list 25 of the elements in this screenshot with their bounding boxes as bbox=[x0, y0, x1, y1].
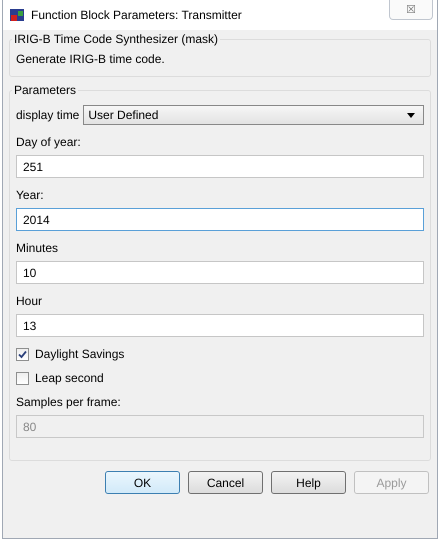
input-field[interactable]: 2014 bbox=[16, 208, 424, 231]
field-label: Hour bbox=[16, 294, 44, 308]
dropdown[interactable]: User Defined bbox=[83, 105, 424, 125]
field-label: display time bbox=[16, 108, 80, 122]
input-field[interactable]: 13 bbox=[16, 314, 424, 337]
field-label: Minutes bbox=[16, 241, 60, 255]
checkbox-label: Daylight Savings bbox=[35, 347, 124, 361]
checkbox[interactable] bbox=[16, 348, 29, 360]
field-label: Year: bbox=[16, 188, 45, 202]
checkbox[interactable] bbox=[16, 372, 29, 384]
group-title: Parameters bbox=[13, 83, 78, 97]
close-button[interactable]: ☒ bbox=[389, 0, 433, 20]
group-title: IRIG-B Time Code Synthesizer (mask) bbox=[13, 32, 220, 46]
input-field[interactable]: 10 bbox=[16, 261, 424, 284]
block-diagram-icon bbox=[9, 7, 25, 23]
description-text: Generate IRIG-B time code. bbox=[16, 51, 166, 66]
dialog-button[interactable]: Cancel bbox=[188, 471, 263, 494]
dialog-button[interactable]: OK bbox=[105, 471, 180, 494]
window-title: Function Block Parameters: Transmitter bbox=[31, 8, 242, 22]
field-label: Day of year: bbox=[16, 135, 82, 149]
caret-icon bbox=[407, 112, 415, 118]
field-label: Samples per frame: bbox=[16, 395, 122, 409]
dialog-button[interactable]: Help bbox=[271, 471, 346, 494]
input-field[interactable]: 251 bbox=[16, 155, 424, 178]
checkbox-label: Leap second bbox=[35, 371, 104, 385]
